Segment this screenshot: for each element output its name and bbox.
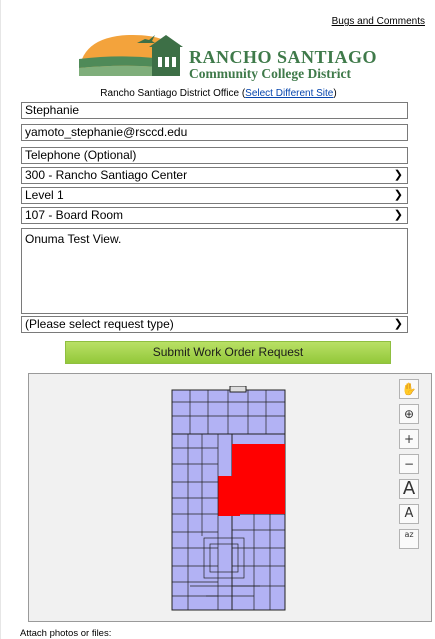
chevron-down-icon: ❯ bbox=[393, 318, 403, 330]
logo-subtitle: Community College District bbox=[189, 66, 351, 81]
floor-select[interactable]: Level 1 ❯ bbox=[21, 187, 408, 204]
chevron-down-icon: ❯ bbox=[393, 189, 403, 201]
building-value: 300 - Rancho Santiago Center bbox=[25, 168, 188, 182]
zoom-extents-icon[interactable]: ⊕ bbox=[399, 404, 419, 424]
page: Bugs and Comments RANCHO SANTIAGO Commun… bbox=[0, 0, 435, 639]
text-larger-icon[interactable]: A bbox=[399, 479, 419, 499]
room-select[interactable]: 107 - Board Room ❯ bbox=[21, 207, 408, 224]
zoom-in-icon[interactable]: + bbox=[399, 429, 419, 449]
request-type-value: (Please select request type) bbox=[25, 317, 174, 331]
submit-work-order-button[interactable]: Submit Work Order Request bbox=[65, 341, 391, 364]
floor-plan-map[interactable] bbox=[170, 386, 287, 612]
room-value: 107 - Board Room bbox=[25, 208, 124, 222]
chevron-down-icon: ❯ bbox=[393, 169, 403, 181]
building-select[interactable]: 300 - Rancho Santiago Center ❯ bbox=[21, 167, 408, 184]
site-name: Rancho Santiago District Office bbox=[100, 88, 240, 99]
attach-files-label: Attach photos or files: bbox=[20, 628, 112, 639]
sort-az-icon[interactable]: az bbox=[399, 529, 419, 549]
map-toolbar: ✋ ⊕ + − A A az bbox=[399, 379, 421, 554]
site-close-paren: ) bbox=[333, 88, 337, 99]
select-different-site-link[interactable]: Select Different Site bbox=[245, 88, 333, 99]
logo-title: RANCHO SANTIAGO bbox=[189, 47, 378, 67]
description-textarea[interactable]: Onuma Test View. bbox=[21, 228, 408, 314]
bugs-and-comments-link[interactable]: Bugs and Comments bbox=[332, 16, 425, 27]
name-field[interactable]: Stephanie bbox=[21, 102, 408, 119]
telephone-field[interactable]: Telephone (Optional) bbox=[21, 147, 408, 164]
email-field[interactable]: yamoto_stephanie@rsccd.edu bbox=[21, 124, 408, 141]
chevron-down-icon: ❯ bbox=[393, 209, 403, 221]
floor-value: Level 1 bbox=[25, 188, 64, 202]
site-line: Rancho Santiago District Office (Select … bbox=[1, 88, 435, 99]
pan-hand-icon[interactable]: ✋ bbox=[399, 379, 419, 399]
zoom-out-icon[interactable]: − bbox=[399, 454, 419, 474]
text-smaller-icon[interactable]: A bbox=[399, 504, 419, 524]
request-type-select[interactable]: (Please select request type) ❯ bbox=[21, 316, 408, 333]
floor-plan-viewer[interactable]: ✋ ⊕ + − A A az bbox=[28, 373, 432, 622]
